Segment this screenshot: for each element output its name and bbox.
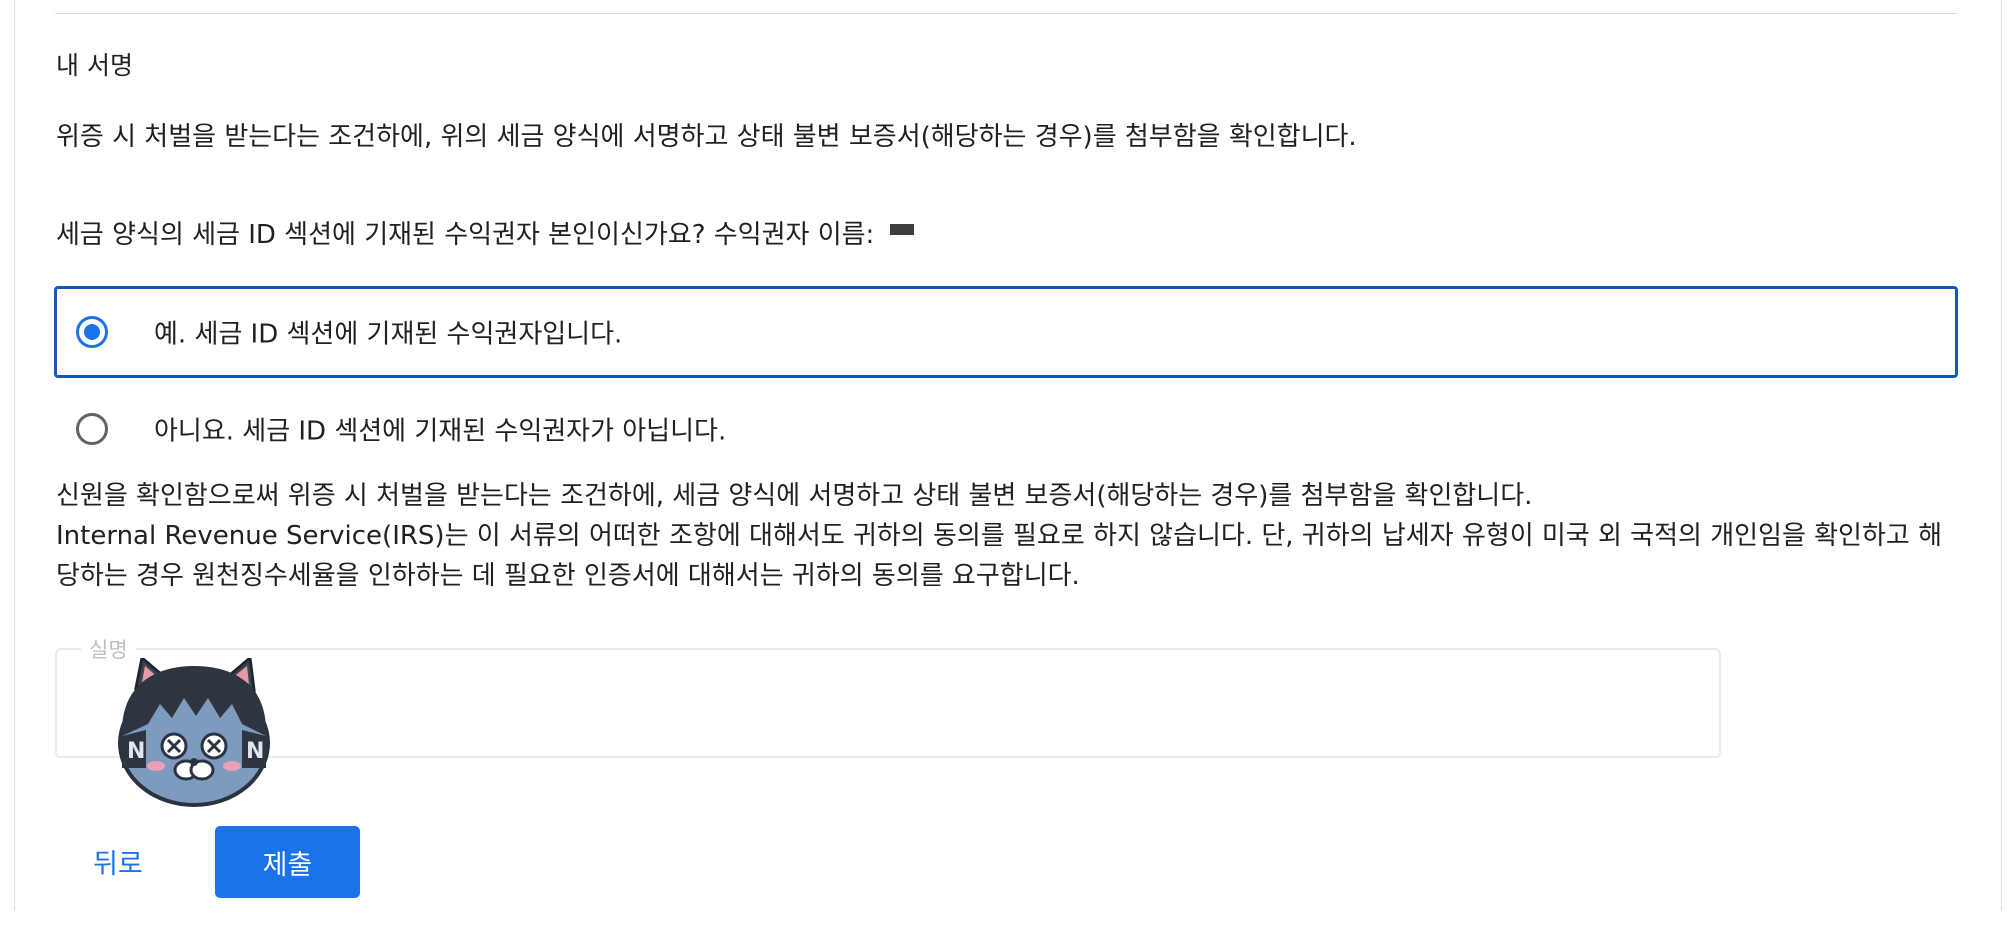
option-yes-payee[interactable]: 예. 세금 ID 섹션에 기재된 수익권자입니다. (54, 286, 1958, 378)
payee-question-row: 세금 양식의 세금 ID 섹션에 기재된 수익권자 본인이신가요? 수익권자 이… (56, 215, 915, 255)
radio-dot (84, 324, 100, 340)
back-button[interactable]: 뒤로 (76, 826, 160, 896)
payee-question-text: 세금 양식의 세금 ID 섹션에 기재된 수익권자 본인이신가요? 수익권자 이… (56, 220, 875, 250)
section-title: 내 서명 (56, 51, 133, 80)
real-name-input[interactable] (77, 680, 1681, 722)
cat-sticker-icon: N N (118, 658, 270, 807)
redacted-payee-name (890, 224, 915, 235)
svg-text:N: N (246, 739, 264, 764)
radio-checked-icon[interactable] (76, 316, 108, 348)
option-no-payee[interactable]: 아니요. 세금 ID 섹션에 기재된 수익권자가 아닙니다. (54, 383, 1958, 475)
perjury-declaration: 위증 시 처벌을 받는다는 조건하에, 위의 세금 양식에 서명하고 상태 불변… (56, 122, 1357, 152)
consent-text: 신원을 확인함으로써 위증 시 처벌을 받는다는 조건하에, 세금 양식에 서명… (56, 476, 1956, 596)
section-divider (55, 13, 1957, 14)
consent-line-2: Internal Revenue Service(IRS)는 이 서류의 어떠한… (56, 521, 1943, 591)
option-yes-label: 예. 세금 ID 섹션에 기재된 수익권자입니다. (154, 319, 623, 350)
svg-text:N: N (127, 739, 145, 764)
real-name-field[interactable]: 실명 (55, 634, 1721, 758)
submit-button[interactable]: 제출 (215, 826, 360, 898)
consent-line-1: 신원을 확인함으로써 위증 시 처벌을 받는다는 조건하에, 세금 양식에 서명… (56, 481, 1533, 511)
option-no-label: 아니요. 세금 ID 섹션에 기재된 수익권자가 아닙니다. (154, 416, 727, 447)
radio-unchecked-icon[interactable] (76, 413, 108, 445)
